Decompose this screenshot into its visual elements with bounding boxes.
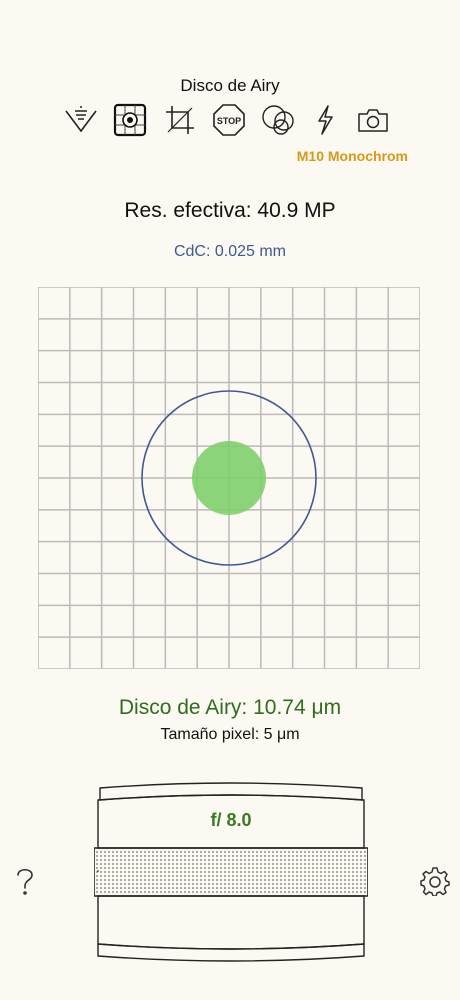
flash-icon[interactable]	[307, 102, 343, 138]
lens-knurled-ring	[93, 847, 369, 897]
stop-icon[interactable]: STOP	[211, 102, 247, 138]
airy-disc-value: Disco de Airy: 10.74 μm	[118, 696, 342, 719]
circles-icon[interactable]	[261, 102, 297, 138]
question-icon[interactable]	[10, 864, 40, 898]
stop-icon-text: STOP	[217, 116, 241, 126]
camera-model[interactable]: M10 Monochrom	[297, 148, 408, 164]
camera-icon[interactable]	[355, 102, 391, 138]
aperture-value: f/ 8.0	[210, 810, 252, 830]
effective-resolution: Res. efectiva: 40.9 MP	[124, 199, 336, 222]
lens-lower-body	[97, 895, 365, 950]
lens-bottom-rim	[97, 943, 365, 962]
airy-disc-grid	[37, 286, 421, 670]
pixel-size: Tamaño pixel: 5 μm	[160, 726, 300, 743]
gear-icon[interactable]	[420, 864, 450, 898]
airy-disc	[192, 441, 266, 515]
crop-icon[interactable]	[162, 102, 198, 138]
coc-value: CdC: 0.025 mm	[173, 243, 287, 260]
depth-of-field-icon[interactable]	[63, 102, 99, 138]
toolbar: STOP	[0, 102, 460, 140]
page-title: Disco de Airy	[180, 76, 280, 95]
airy-disc-icon[interactable]	[112, 102, 148, 138]
